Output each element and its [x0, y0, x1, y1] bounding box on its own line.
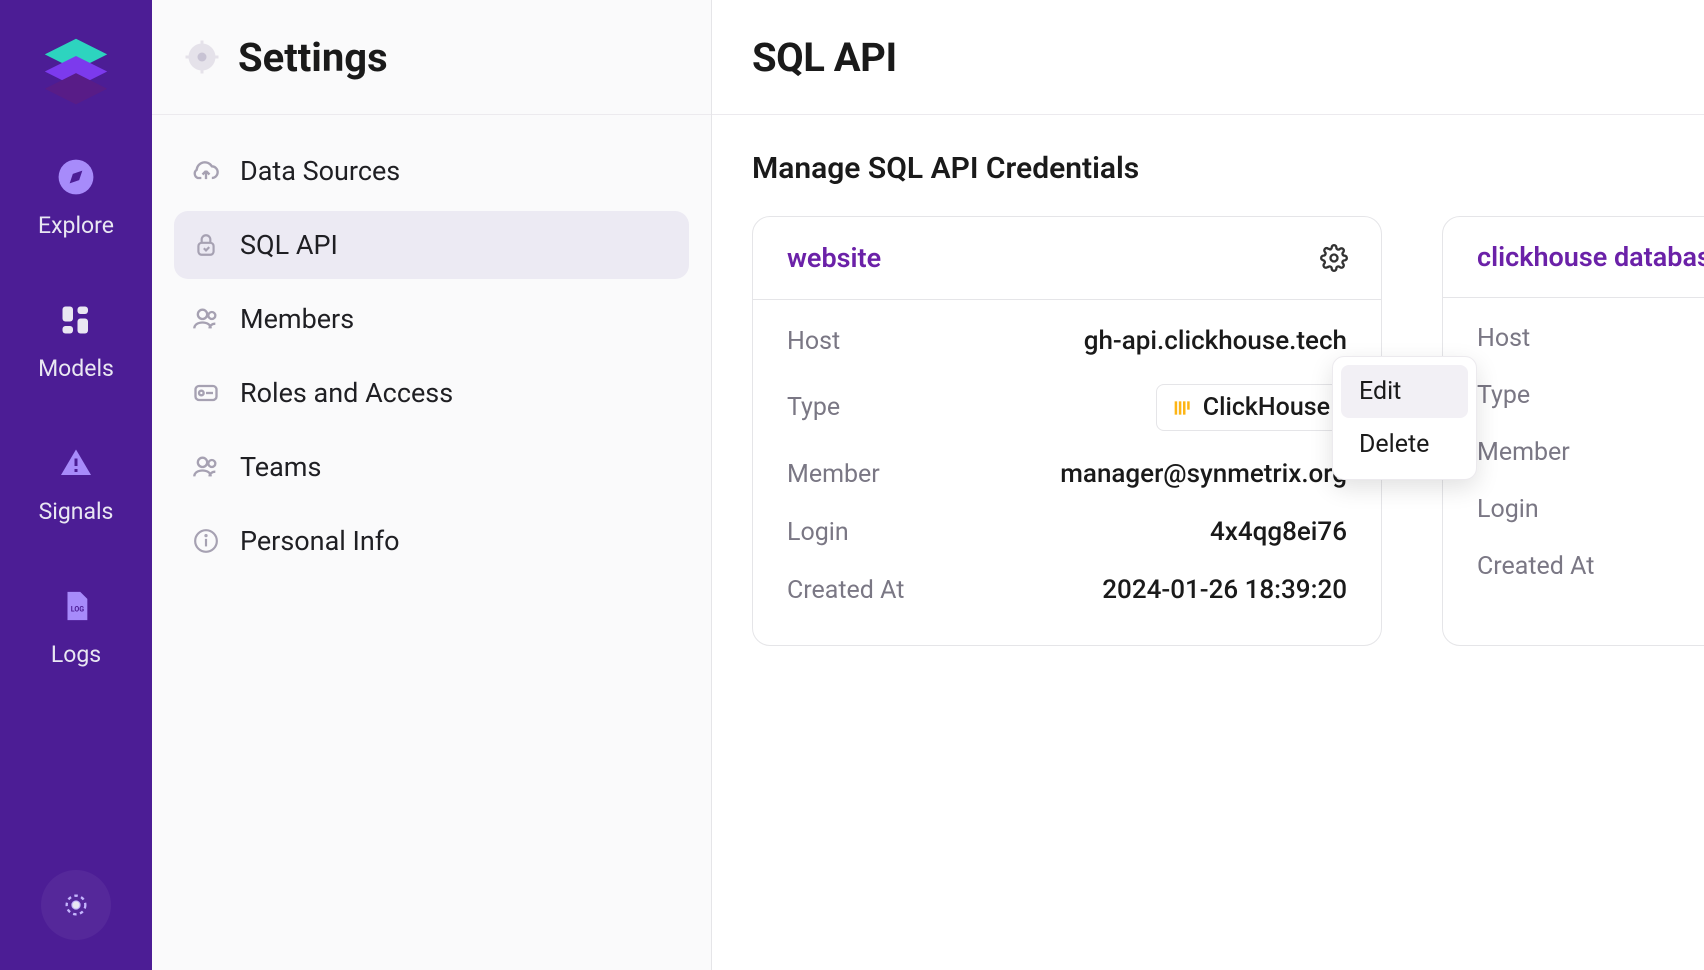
type-chip: ClickHouse	[1156, 384, 1347, 431]
rail-label: Explore	[38, 212, 114, 239]
gear-icon	[1320, 244, 1348, 272]
settings-menu: Data Sources SQL API Members Roles and A…	[152, 115, 711, 597]
credential-name: clickhouse database	[1477, 241, 1704, 273]
settings-item-label: Data Sources	[240, 155, 400, 187]
rail-label: Signals	[39, 498, 114, 525]
rail-item-signals[interactable]: Signals	[19, 424, 134, 539]
row-value: 2024-01-26 18:39:20	[1102, 575, 1347, 605]
credential-row-host: Host	[1477, 310, 1704, 367]
row-label: Created At	[787, 576, 904, 605]
row-label: Type	[1477, 381, 1530, 410]
row-label: Host	[787, 327, 840, 356]
row-label: Login	[1477, 495, 1539, 524]
settings-item-personal[interactable]: Personal Info	[174, 507, 689, 575]
main-content: SQL API Manage SQL API Credentials websi…	[712, 0, 1704, 970]
credential-row-created-at: Created At	[1477, 538, 1704, 595]
settings-sidebar: Settings Data Sources SQL API Members	[152, 0, 712, 970]
card-actions-dropdown: Edit Delete	[1332, 356, 1477, 480]
rail-item-logs[interactable]: LOG Logs	[19, 567, 134, 682]
compass-icon	[51, 152, 101, 202]
settings-item-data-sources[interactable]: Data Sources	[174, 137, 689, 205]
dropdown-item-edit[interactable]: Edit	[1341, 365, 1468, 418]
row-label: Created At	[1477, 552, 1594, 581]
settings-item-label: Members	[240, 303, 354, 335]
dropdown-item-delete[interactable]: Delete	[1341, 418, 1468, 471]
rail-label: Logs	[51, 641, 101, 668]
credential-row-created-at: Created At 2024-01-26 18:39:20	[787, 561, 1347, 619]
gear-icon	[62, 891, 90, 919]
key-card-icon	[192, 379, 220, 407]
row-value: gh-api.clickhouse.tech	[1084, 326, 1347, 356]
credential-row-member: Member manager@synmetrix.org	[787, 445, 1347, 503]
settings-item-label: Roles and Access	[240, 377, 453, 409]
nav-rail: Explore Models Signals	[0, 0, 152, 970]
credential-row-member: Member	[1477, 424, 1704, 481]
settings-item-members[interactable]: Members	[174, 285, 689, 353]
settings-header: Settings	[152, 0, 711, 115]
settings-item-label: SQL API	[240, 229, 338, 261]
users-icon	[192, 305, 220, 333]
credential-row-host: Host gh-api.clickhouse.tech	[787, 312, 1347, 370]
row-value: manager@synmetrix.org	[1060, 459, 1347, 489]
app-logo[interactable]	[36, 30, 116, 110]
gear-icon	[184, 39, 220, 75]
credential-name: website	[787, 242, 881, 274]
chip-text: ClickHouse	[1203, 393, 1330, 422]
card-settings-button[interactable]	[1317, 241, 1351, 275]
credential-card: clickhouse database Host Type Member	[1442, 216, 1704, 646]
rail-item-models[interactable]: Models	[19, 281, 134, 396]
log-file-icon: LOG	[51, 581, 101, 631]
row-label: Type	[787, 393, 840, 422]
settings-item-sql-api[interactable]: SQL API	[174, 211, 689, 279]
settings-item-roles[interactable]: Roles and Access	[174, 359, 689, 427]
blocks-icon	[51, 295, 101, 345]
clickhouse-icon	[1173, 398, 1193, 418]
credential-row-type: Type ClickHouse	[787, 370, 1347, 445]
credential-row-login: Login	[1477, 481, 1704, 538]
settings-item-label: Teams	[240, 451, 321, 483]
row-label: Host	[1477, 324, 1530, 353]
page-title: SQL API	[752, 34, 897, 81]
rail-item-explore[interactable]: Explore	[19, 138, 134, 253]
credential-card: website Host gh-api.clickhouse.tech	[752, 216, 1382, 646]
settings-item-teams[interactable]: Teams	[174, 433, 689, 501]
row-value: 4x4qg8ei76	[1210, 517, 1347, 547]
lock-check-icon	[192, 231, 220, 259]
settings-title: Settings	[238, 34, 388, 81]
cloud-upload-icon	[192, 157, 220, 185]
alert-icon	[51, 438, 101, 488]
row-label: Login	[787, 518, 849, 547]
row-label: Member	[1477, 438, 1570, 467]
credential-row-login: Login 4x4qg8ei76	[787, 503, 1347, 561]
main-header: SQL API	[712, 0, 1704, 115]
svg-text:LOG: LOG	[71, 605, 84, 614]
row-label: Member	[787, 460, 880, 489]
rail-settings-button[interactable]	[41, 870, 111, 940]
credential-row-type: Type	[1477, 367, 1704, 424]
team-icon	[192, 453, 220, 481]
info-icon	[192, 527, 220, 555]
rail-label: Models	[38, 355, 114, 382]
settings-item-label: Personal Info	[240, 525, 400, 557]
section-subtitle: Manage SQL API Credentials	[752, 151, 1664, 186]
